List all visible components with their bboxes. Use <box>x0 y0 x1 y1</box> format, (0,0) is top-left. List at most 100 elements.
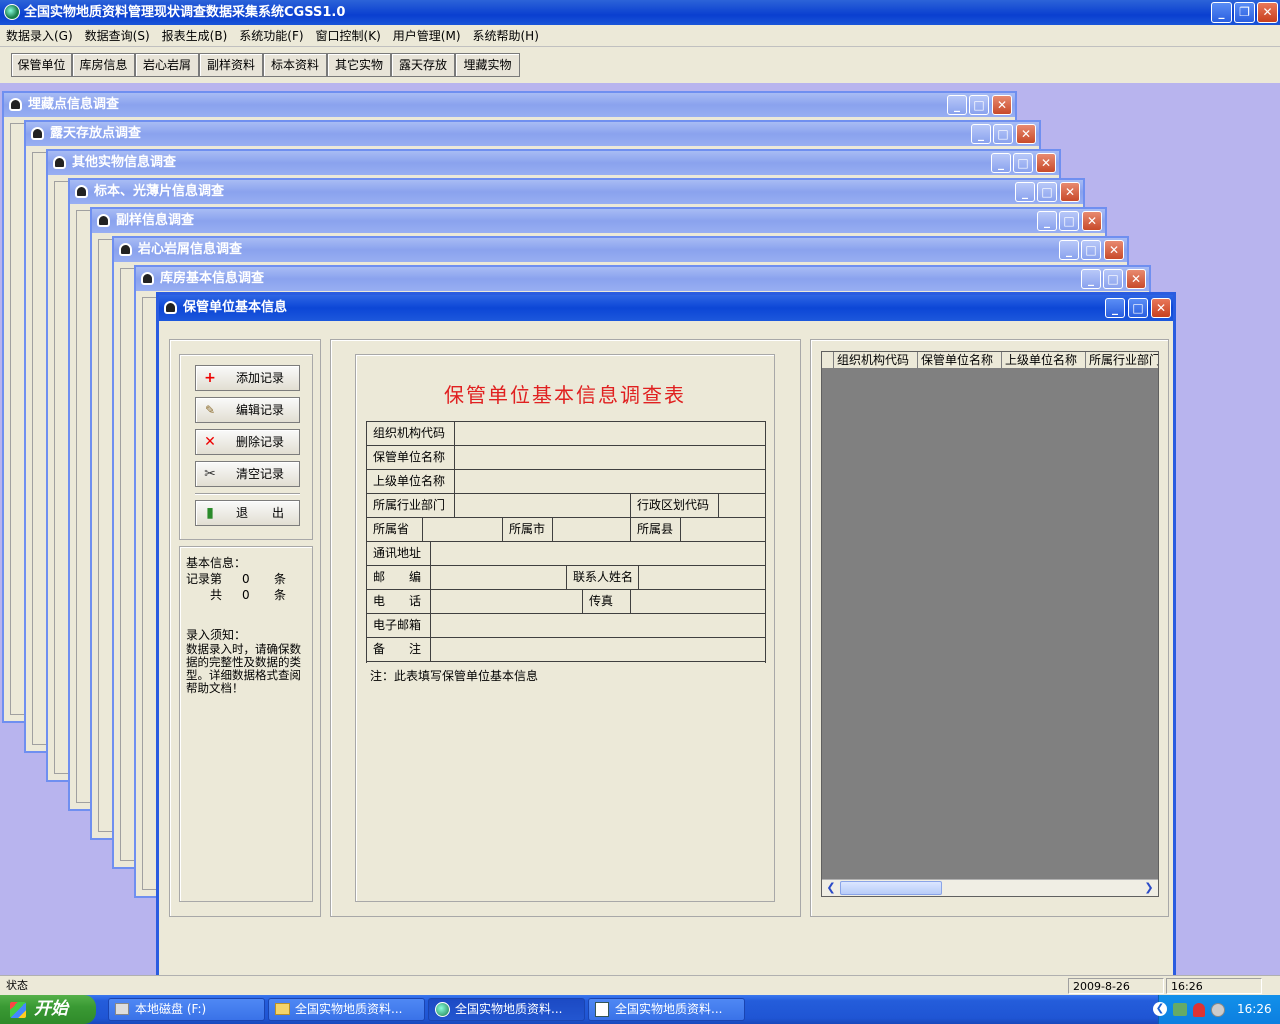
menu-data-entry[interactable]: 数据录入(G) <box>0 25 79 47</box>
phone-input[interactable] <box>431 590 583 613</box>
security-shield-icon[interactable] <box>1193 1003 1205 1017</box>
records-grid[interactable]: 组织机构代码 保管单位名称 上级单位名称 所属行业部门 ❮ ❯ <box>821 351 1159 897</box>
toolbar-duplicate-button[interactable]: 副样资料 <box>199 53 263 77</box>
clear-record-button[interactable]: ✂ 清空记录 <box>195 461 300 487</box>
close-icon[interactable]: ✕ <box>1151 298 1171 318</box>
user-icon <box>164 301 177 314</box>
remark-input[interactable] <box>431 638 765 661</box>
form-panel: 保管单位基本信息调查表 组织机构代码 保管单位名称 上级单位名称 所属行业部门 … <box>330 339 801 917</box>
tray-collapse-icon[interactable]: ❮ <box>1153 1002 1167 1016</box>
minimize-icon[interactable]: _ <box>1081 269 1101 289</box>
toolbar-outdoor-button[interactable]: 露天存放 <box>391 53 455 77</box>
window-custodian-unit[interactable]: 保管单位基本信息 _ □ ✕ + 添加记录 ✎ 编辑记录 ✕ 删除记录 ✂ 清空记录 ▮… <box>156 292 1176 1014</box>
industry-input[interactable] <box>455 494 631 517</box>
network-icon[interactable] <box>1173 1003 1187 1016</box>
menu-help[interactable]: 系统帮助(H) <box>467 25 545 47</box>
menu-report[interactable]: 报表生成(B) <box>156 25 234 47</box>
address-label: 通讯地址 <box>367 542 431 565</box>
close-icon[interactable]: ✕ <box>992 95 1012 115</box>
divider <box>195 493 300 495</box>
form-row-postcode: 邮 编 联系人姓名 <box>366 566 766 590</box>
maximize-icon[interactable]: □ <box>1037 182 1057 202</box>
minimize-icon[interactable]: _ <box>1015 182 1035 202</box>
minimize-icon[interactable]: _ <box>1105 298 1125 318</box>
close-icon[interactable]: ✕ <box>1126 269 1146 289</box>
contact-label: 联系人姓名 <box>567 566 639 589</box>
county-input[interactable] <box>681 518 765 541</box>
total-unit: 条 <box>274 588 287 602</box>
task-document[interactable]: 全国实物地质资料... <box>588 998 745 1021</box>
menu-data-query[interactable]: 数据查询(S) <box>79 25 156 47</box>
scroll-thumb[interactable] <box>840 881 942 895</box>
unit-name-input[interactable] <box>455 446 765 469</box>
delete-record-button[interactable]: ✕ 删除记录 <box>195 429 300 455</box>
phone-label: 电 话 <box>367 590 431 613</box>
contact-input[interactable] <box>639 566 765 589</box>
minimize-icon[interactable]: _ <box>1059 240 1079 260</box>
notice-text: 数据录入时，请确保数据的完整性及数据的类型。详细数据格式查阅帮助文档！ <box>186 642 301 695</box>
parent-name-label: 上级单位名称 <box>367 470 455 493</box>
form-row-address: 通讯地址 <box>366 542 766 566</box>
email-input[interactable] <box>431 614 765 637</box>
maximize-icon[interactable]: □ <box>1103 269 1123 289</box>
status-time: 16:26 <box>1166 978 1262 994</box>
task-folder[interactable]: 全国实物地质资料... <box>268 998 425 1021</box>
toolbar-unit-button[interactable]: 保管单位 <box>11 53 72 77</box>
menu-user[interactable]: 用户管理(M) <box>387 25 467 47</box>
edit-record-button[interactable]: ✎ 编辑记录 <box>195 397 300 423</box>
minimize-icon[interactable]: _ <box>1211 2 1232 23</box>
menu-system[interactable]: 系统功能(F) <box>233 25 309 47</box>
task-app-active[interactable]: 全国实物地质资料... <box>428 998 585 1021</box>
minimize-icon[interactable]: _ <box>971 124 991 144</box>
minimize-icon[interactable]: _ <box>1037 211 1057 231</box>
fax-input[interactable] <box>631 590 765 613</box>
info-heading: 基本信息： <box>186 556 247 570</box>
province-input[interactable] <box>423 518 503 541</box>
horizontal-scrollbar[interactable]: ❮ ❯ <box>822 879 1158 896</box>
close-icon[interactable]: ✕ <box>1257 2 1278 23</box>
scroll-left-icon[interactable]: ❮ <box>824 881 838 895</box>
close-icon[interactable]: ✕ <box>1036 153 1056 173</box>
grid-col-unit-name[interactable]: 保管单位名称 <box>918 352 1002 369</box>
toolbar-other-button[interactable]: 其它实物 <box>327 53 391 77</box>
add-record-button[interactable]: + 添加记录 <box>195 365 300 391</box>
maximize-icon[interactable]: □ <box>969 95 989 115</box>
exit-button[interactable]: ▮ 退 出 <box>195 500 300 526</box>
task-local-disk[interactable]: 本地磁盘 (F:) <box>108 998 265 1021</box>
grid-col-industry[interactable]: 所属行业部门 <box>1086 352 1158 369</box>
region-code-input[interactable] <box>719 494 765 517</box>
remark-label: 备 注 <box>367 638 431 661</box>
maximize-icon[interactable]: □ <box>1128 298 1148 318</box>
toolbar-warehouse-button[interactable]: 库房信息 <box>72 53 135 77</box>
tray-app-icon[interactable] <box>1211 1003 1225 1017</box>
toolbar-specimen-button[interactable]: 标本资料 <box>263 53 327 77</box>
start-button[interactable]: 开始 <box>0 995 96 1024</box>
postcode-input[interactable] <box>431 566 567 589</box>
menu-bar: 数据录入(G) 数据查询(S) 报表生成(B) 系统功能(F) 窗口控制(K) 用户管理(… <box>0 25 1280 47</box>
maximize-icon[interactable]: □ <box>1081 240 1101 260</box>
menu-window[interactable]: 窗口控制(K) <box>310 25 387 47</box>
close-icon[interactable]: ✕ <box>1104 240 1124 260</box>
parent-name-input[interactable] <box>455 470 765 493</box>
window-caption: 保管单位基本信息 _ □ ✕ <box>159 295 1173 321</box>
org-code-input[interactable] <box>455 422 765 445</box>
user-icon <box>9 98 22 111</box>
close-icon[interactable]: ✕ <box>1060 182 1080 202</box>
maximize-icon[interactable]: □ <box>1013 153 1033 173</box>
toolbar-buried-button[interactable]: 埋藏实物 <box>455 53 520 77</box>
edit-icon: ✎ <box>204 403 216 417</box>
minimize-icon[interactable]: _ <box>947 95 967 115</box>
toolbar-core-button[interactable]: 岩心岩屑 <box>135 53 199 77</box>
maximize-icon[interactable]: □ <box>1059 211 1079 231</box>
grid-col-parent-name[interactable]: 上级单位名称 <box>1002 352 1086 369</box>
close-icon[interactable]: ✕ <box>1016 124 1036 144</box>
city-input[interactable] <box>553 518 631 541</box>
minimize-icon[interactable]: _ <box>991 153 1011 173</box>
address-input[interactable] <box>431 542 765 565</box>
grid-col-org-code[interactable]: 组织机构代码 <box>834 352 918 369</box>
restore-icon[interactable]: ❐ <box>1234 2 1255 23</box>
scroll-right-icon[interactable]: ❯ <box>1142 881 1156 895</box>
maximize-icon[interactable]: □ <box>993 124 1013 144</box>
close-icon[interactable]: ✕ <box>1082 211 1102 231</box>
form-note: 注：此表填写保管单位基本信息 <box>370 669 539 683</box>
